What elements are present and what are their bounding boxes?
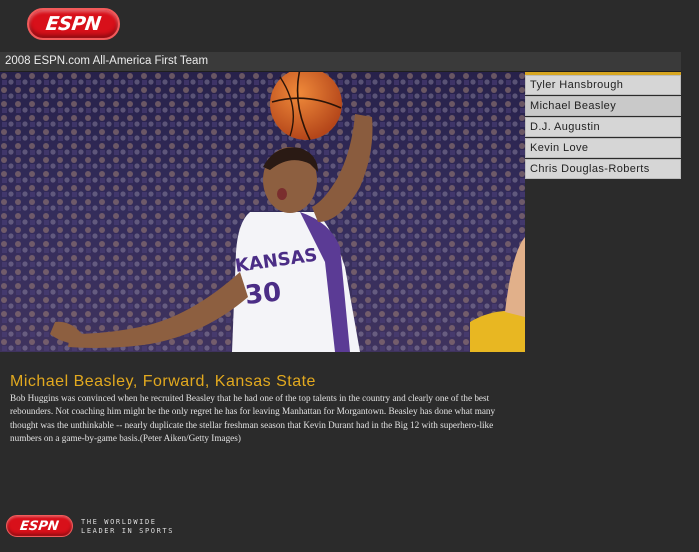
footer-logo-text: ESPN — [19, 518, 60, 534]
player-photo: KANSAS 30 — [0, 72, 525, 352]
espn-logo-text: ESPN — [44, 13, 103, 35]
player-item-chris-douglas-roberts[interactable]: Chris Douglas-Roberts — [525, 159, 681, 179]
espn-logo[interactable]: ESPN — [27, 8, 120, 40]
caption-body: Bob Huggins was convinced when he recrui… — [10, 393, 496, 443]
jersey-number: 30 — [244, 277, 283, 311]
gallery-title: 2008 ESPN.com All-America First Team — [5, 55, 209, 67]
tagline-line-2: LEADER IN SPORTS — [81, 527, 175, 535]
player-item-tyler-hansbrough[interactable]: Tyler Hansbrough — [525, 75, 681, 95]
footer-tagline: THE WORLDWIDE LEADER IN SPORTS — [81, 518, 174, 536]
player-item-dj-augustin[interactable]: D.J. Augustin — [525, 117, 681, 137]
player-item-kevin-love[interactable]: Kevin Love — [525, 138, 681, 158]
player-item-michael-beasley[interactable]: Michael Beasley — [525, 96, 681, 116]
tagline-line-1: THE WORLDWIDE — [81, 518, 157, 526]
player-list: Tyler Hansbrough Michael Beasley D.J. Au… — [525, 72, 681, 180]
footer-espn-logo[interactable]: ESPN — [6, 515, 73, 537]
caption-title: Michael Beasley, Forward, Kansas State — [10, 373, 316, 390]
gallery-title-bar: 2008 ESPN.com All-America First Team — [0, 52, 681, 72]
